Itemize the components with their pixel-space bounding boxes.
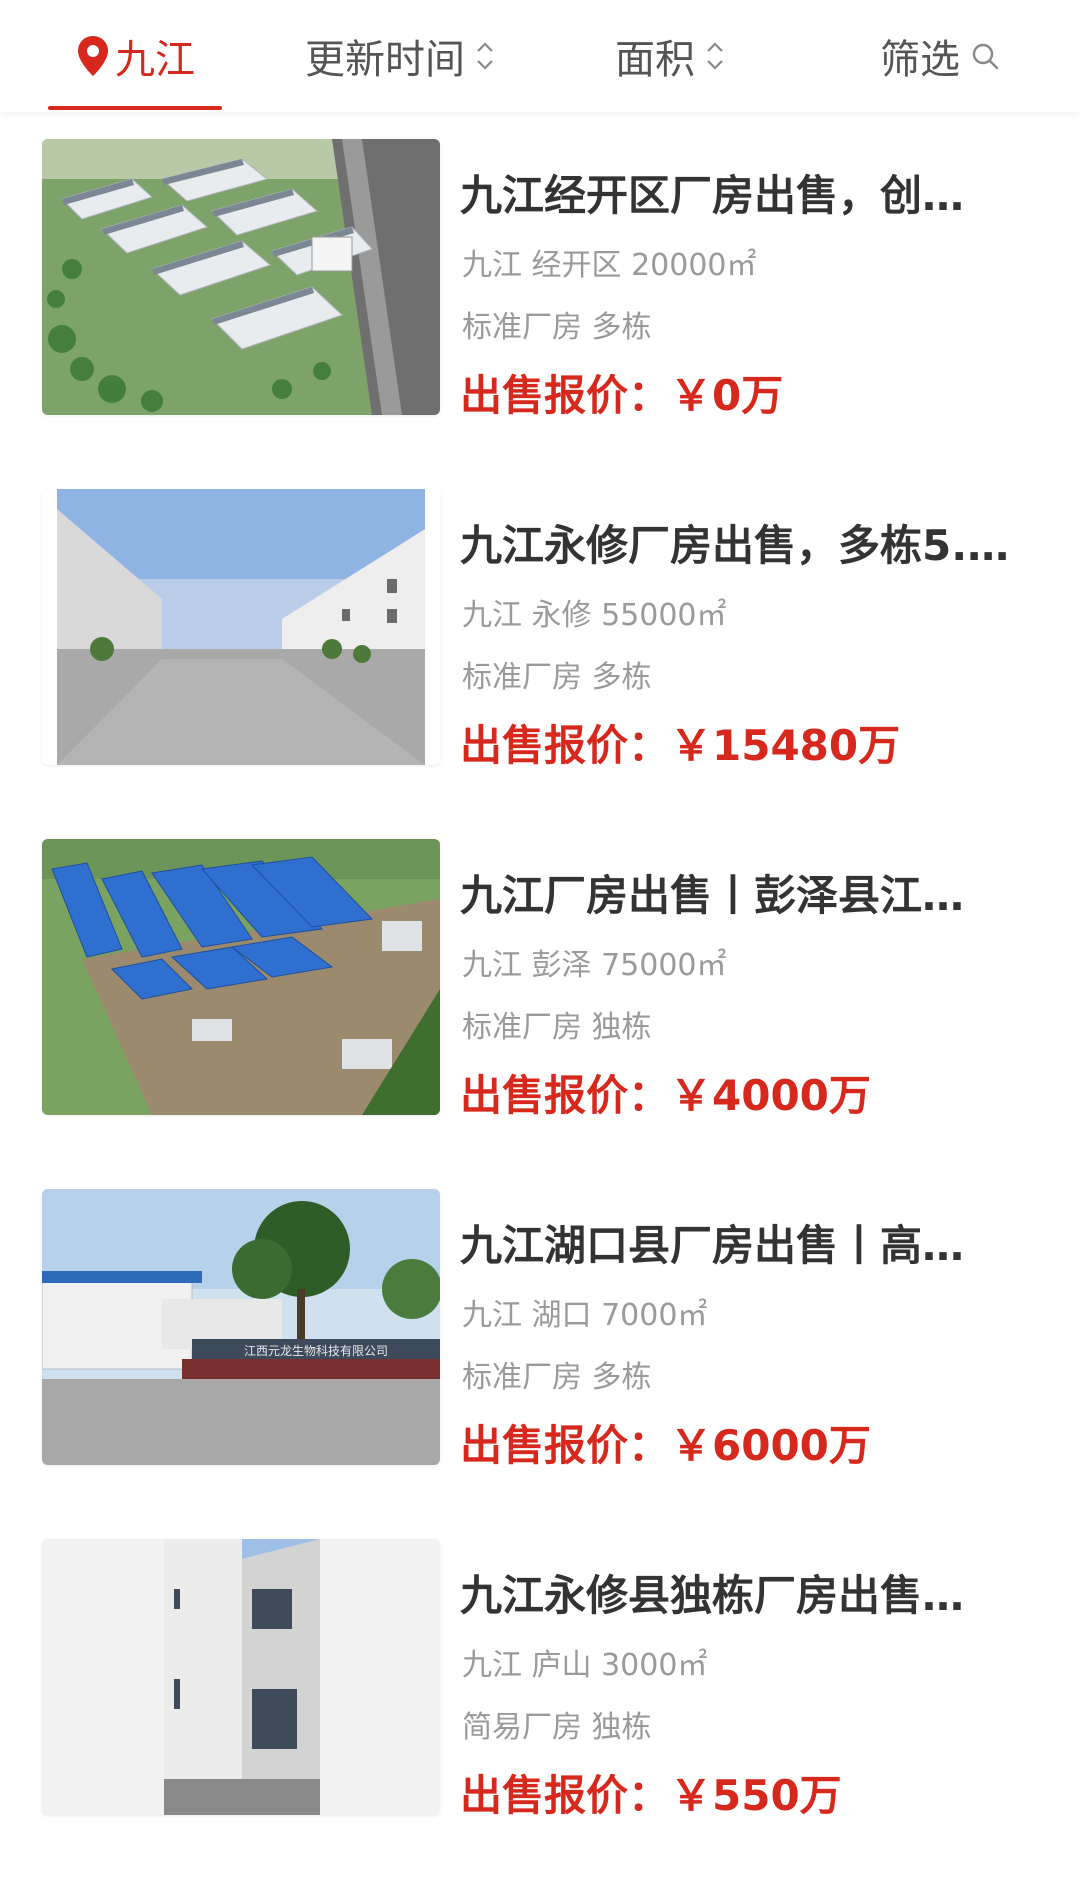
listing-location: 九江 彭泽 75000㎡ bbox=[462, 948, 727, 983]
listing-image bbox=[42, 839, 440, 1115]
listing-tags: 标准厂房 多栋 bbox=[462, 1360, 652, 1395]
listing-card[interactable]: 九江经开区厂房出售，创… 九江 经开区 20000㎡ 标准厂房 多栋 出售报价：… bbox=[0, 112, 1080, 462]
city-selector[interactable]: 九江 bbox=[48, 0, 222, 112]
filter-button[interactable]: 筛选 bbox=[870, 0, 1010, 112]
price-label: 出售报价： bbox=[460, 1071, 671, 1120]
filter-bar: 九江 更新时间 面积 筛选 bbox=[0, 0, 1080, 112]
listing-card[interactable]: 九江永修县独栋厂房出售… 九江 庐山 3000㎡ 简易厂房 独栋 出售报价：￥5… bbox=[0, 1512, 1080, 1862]
listing-card[interactable]: 九江厂房出售丨彭泽县江… 九江 彭泽 75000㎡ 标准厂房 独栋 出售报价：￥… bbox=[0, 812, 1080, 1162]
location-pin-icon bbox=[78, 36, 108, 76]
listing-location: 九江 庐山 3000㎡ bbox=[462, 1648, 708, 1683]
listing-title: 九江经开区厂房出售，创… bbox=[460, 171, 965, 220]
listing-price: 出售报价：￥15480万 bbox=[460, 712, 900, 773]
sort-update-time[interactable]: 更新时间 bbox=[290, 0, 510, 112]
price-label: 出售报价： bbox=[460, 371, 671, 420]
sort-update-time-label: 更新时间 bbox=[305, 37, 465, 83]
price-value: ￥4000万 bbox=[670, 1071, 871, 1120]
listing-tags: 简易厂房 独栋 bbox=[462, 1710, 652, 1745]
search-icon bbox=[972, 43, 999, 70]
listing-price: 出售报价：￥6000万 bbox=[460, 1412, 871, 1473]
price-value: ￥550万 bbox=[670, 1771, 842, 1820]
price-label: 出售报价： bbox=[460, 721, 671, 770]
city-label: 九江 bbox=[115, 37, 195, 83]
listing-image bbox=[42, 139, 440, 415]
price-value: ￥15480万 bbox=[670, 721, 901, 770]
listing-image bbox=[42, 1539, 440, 1815]
sort-area-label: 面积 bbox=[615, 37, 695, 83]
listing-location: 九江 永修 55000㎡ bbox=[462, 598, 727, 633]
sort-arrows-icon bbox=[475, 36, 495, 76]
listing-card[interactable]: 九江永修厂房出售，多栋5.… 九江 永修 55000㎡ 标准厂房 多栋 出售报价… bbox=[0, 462, 1080, 812]
listing-tags: 标准厂房 多栋 bbox=[462, 660, 652, 695]
listing-image: 江西元龙生物科技有限公司 bbox=[42, 1189, 440, 1465]
sort-arrows-icon bbox=[705, 36, 725, 76]
listing-tags: 标准厂房 多栋 bbox=[462, 310, 652, 345]
filter-label: 筛选 bbox=[880, 37, 960, 83]
price-value: ￥6000万 bbox=[670, 1421, 871, 1470]
listing-title: 九江永修厂房出售，多栋5.… bbox=[460, 521, 1010, 570]
listing-price: 出售报价：￥550万 bbox=[460, 1762, 842, 1823]
listing-location: 九江 经开区 20000㎡ bbox=[462, 248, 757, 283]
listing-card[interactable]: 江西元龙生物科技有限公司 九江湖口县厂房出售丨高… 九江 湖口 7000㎡ 标准… bbox=[0, 1162, 1080, 1512]
price-label: 出售报价： bbox=[460, 1771, 671, 1820]
listing-title: 九江湖口县厂房出售丨高… bbox=[460, 1221, 965, 1270]
listing-image bbox=[42, 489, 440, 765]
listing-price: 出售报价：￥0万 bbox=[460, 362, 783, 423]
price-label: 出售报价： bbox=[460, 1421, 671, 1470]
listing-title: 九江永修县独栋厂房出售… bbox=[460, 1571, 965, 1620]
listing-location: 九江 湖口 7000㎡ bbox=[462, 1298, 708, 1333]
price-value: ￥0万 bbox=[670, 371, 784, 420]
listing-tags: 标准厂房 独栋 bbox=[462, 1010, 652, 1045]
listing-price: 出售报价：￥4000万 bbox=[460, 1062, 871, 1123]
listing-title: 九江厂房出售丨彭泽县江… bbox=[460, 871, 965, 920]
sort-area[interactable]: 面积 bbox=[600, 0, 740, 112]
active-tab-underline bbox=[48, 106, 222, 110]
company-sign-text: 江西元龙生物科技有限公司 bbox=[244, 1344, 388, 1358]
